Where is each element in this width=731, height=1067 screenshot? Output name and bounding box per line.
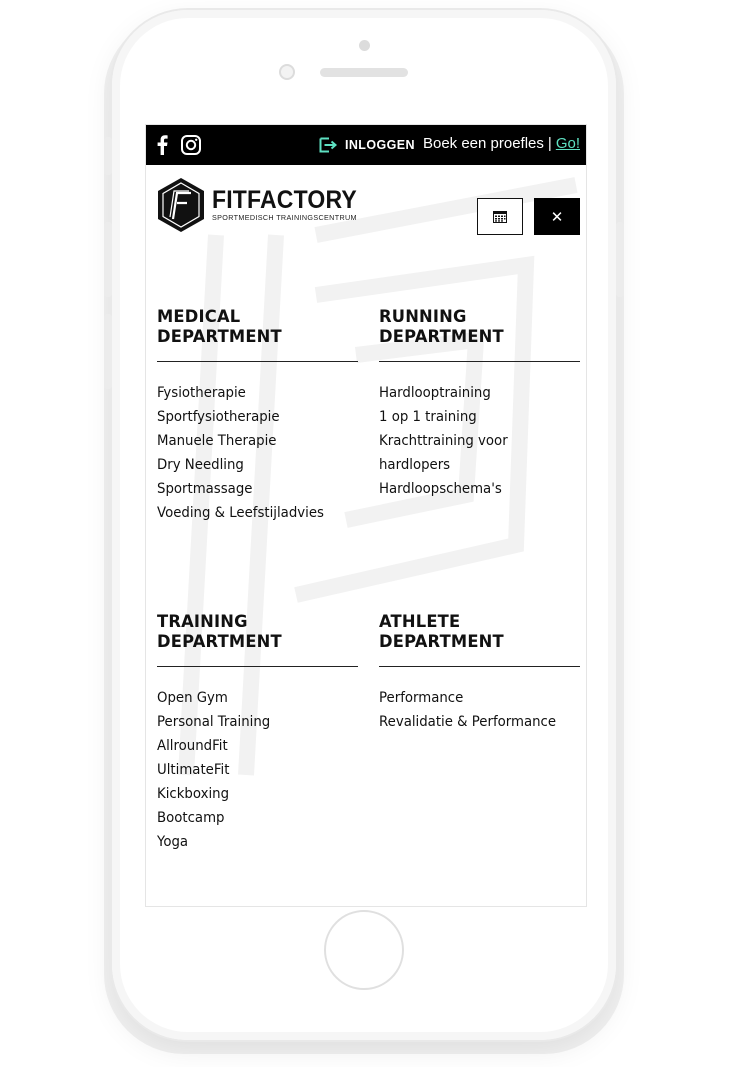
menu-link[interactable]: Sportmassage [157, 477, 348, 501]
phone-camera [359, 40, 370, 51]
department-divider [379, 666, 580, 667]
calendar-icon [493, 210, 507, 223]
department-title-line2: DEPARTMENT [157, 327, 282, 347]
menu-link[interactable]: hardlopers [379, 453, 570, 477]
department-title-line1: ATHLETE [379, 612, 461, 632]
menu-link[interactable]: Personal Training [157, 710, 348, 734]
promo-text: Boek een proefles [422, 135, 544, 152]
department-title[interactable]: TRAINING DEPARTMENT [157, 612, 350, 652]
menu-link[interactable]: Fysiotherapie [157, 381, 348, 405]
phone-speaker [320, 68, 408, 77]
calendar-button[interactable] [477, 198, 523, 235]
phone-screen: INLOGGEN Boek een proefles | Go! FITFACTOR… [145, 124, 587, 907]
department-medical: MEDICAL DEPARTMENT Fysiotherapie Sportfy… [157, 307, 358, 525]
menu-link[interactable]: 1 op 1 training [379, 405, 570, 429]
login-label: INLOGGEN [345, 138, 415, 152]
login-link[interactable]: INLOGGEN [319, 135, 415, 155]
menu-link[interactable]: UltimateFit [157, 758, 348, 782]
logo-badge-icon [158, 178, 204, 232]
promo-go-link[interactable]: Go! [556, 135, 580, 152]
department-title-line2: DEPARTMENT [379, 632, 504, 652]
department-links: Open Gym Personal Training AllroundFit U… [157, 686, 358, 854]
close-icon: ✕ [550, 207, 564, 226]
menu-link[interactable]: Hardloopschema's [379, 477, 570, 501]
department-title[interactable]: ATHLETE DEPARTMENT [379, 612, 572, 652]
menu-link[interactable]: Dry Needling [157, 453, 348, 477]
menu-link[interactable]: Sportfysiotherapie [157, 405, 348, 429]
menu-link[interactable]: Performance [379, 686, 570, 710]
department-title[interactable]: MEDICAL DEPARTMENT [157, 307, 350, 347]
menu-link[interactable]: Kickboxing [157, 782, 348, 806]
department-title[interactable]: RUNNING DEPARTMENT [379, 307, 572, 347]
menu-link[interactable]: Voeding & Leefstijladvies [157, 501, 348, 525]
department-links: Performance Revalidatie & Performance [379, 686, 580, 734]
menu-link[interactable]: Revalidatie & Performance [379, 710, 570, 734]
department-title-line1: TRAINING [157, 612, 248, 632]
menu-link[interactable]: Krachttraining voor [379, 429, 570, 453]
login-arrow-icon [319, 137, 338, 153]
phone-volume-up [104, 222, 112, 297]
menu-link[interactable]: Manuele Therapie [157, 429, 348, 453]
department-divider [157, 361, 358, 362]
department-title-line1: MEDICAL [157, 307, 241, 327]
phone-sensor [279, 64, 295, 80]
menu-link[interactable]: Bootcamp [157, 806, 348, 830]
department-title-line2: DEPARTMENT [379, 327, 504, 347]
department-divider [379, 361, 580, 362]
phone-volume-down [104, 314, 112, 389]
department-title-line2: DEPARTMENT [157, 632, 282, 652]
department-running: RUNNING DEPARTMENT Hardlooptraining 1 op… [379, 307, 580, 501]
menu-link[interactable]: Open Gym [157, 686, 348, 710]
close-menu-button[interactable]: ✕ [534, 198, 580, 235]
department-links: Hardlooptraining 1 op 1 training Krachtt… [379, 381, 580, 501]
top-bar: INLOGGEN Boek een proefles | Go! [146, 125, 586, 165]
phone-mute-switch [104, 137, 112, 175]
department-links: Fysiotherapie Sportfysiotherapie Manuele… [157, 381, 358, 525]
brand-logo[interactable]: FITFACTORY SPORTMEDISCH TRAININGSCENTRUM [156, 177, 357, 233]
logo-name: FITFACTORY [212, 186, 357, 214]
menu-link[interactable]: Yoga [157, 830, 348, 854]
phone-power-button [616, 222, 624, 297]
promo-cta: Boek een proefles | Go! [423, 135, 580, 152]
logo-tagline: SPORTMEDISCH TRAININGSCENTRUM [212, 213, 357, 222]
phone-home-button[interactable] [324, 910, 404, 990]
department-divider [157, 666, 358, 667]
instagram-icon[interactable] [180, 134, 202, 156]
promo-separator: | [547, 135, 552, 152]
department-title-line1: RUNNING [379, 307, 467, 327]
menu-link[interactable]: Hardlooptraining [379, 381, 570, 405]
department-training: TRAINING DEPARTMENT Open Gym Personal Tr… [157, 612, 358, 854]
menu-link[interactable]: AllroundFit [157, 734, 348, 758]
department-athlete: ATHLETE DEPARTMENT Performance Revalidat… [379, 612, 580, 734]
facebook-icon[interactable] [156, 135, 168, 155]
